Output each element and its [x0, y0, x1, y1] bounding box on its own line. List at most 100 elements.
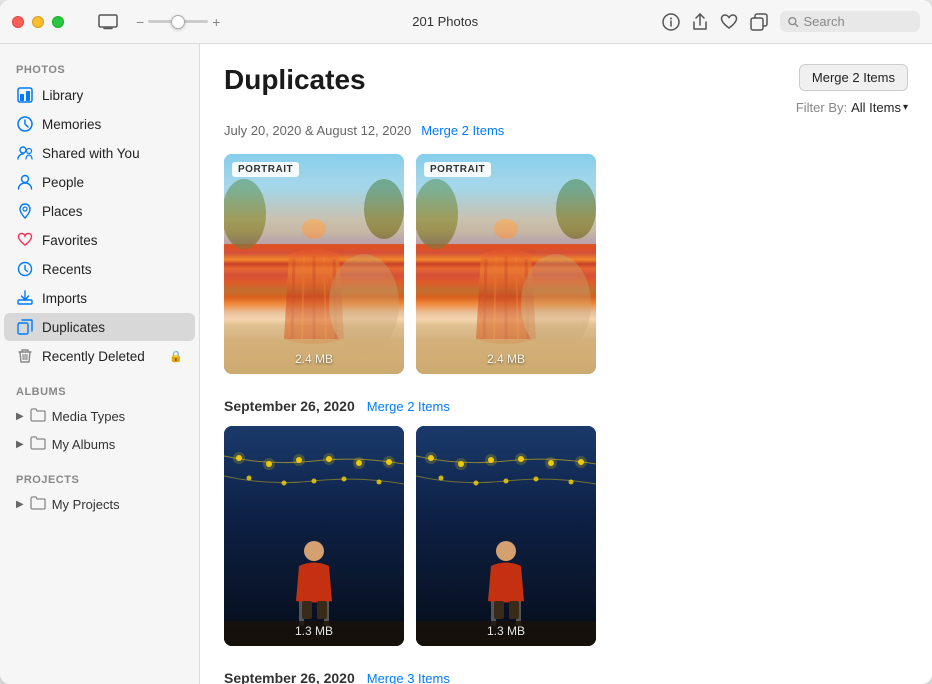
places-icon [16, 202, 34, 220]
night-figure-2 [416, 426, 596, 646]
photo-card-3[interactable]: 1.3 MB [224, 426, 404, 646]
sidebar-item-my-projects[interactable]: ▶ My Projects [4, 491, 195, 518]
photo-size-2: 2.4 MB [416, 352, 596, 366]
recents-label: Recents [42, 262, 183, 277]
memories-icon [16, 115, 34, 133]
section-2-header: September 26, 2020 Merge 2 Items [224, 398, 908, 414]
toolbar-right [662, 11, 920, 32]
section-2-merge-button[interactable]: Merge 2 Items [367, 399, 450, 414]
shared-with-you-label: Shared with You [42, 146, 183, 161]
sidebar-item-media-types[interactable]: ▶ Media Types [4, 403, 195, 430]
slideshow-icon[interactable] [96, 10, 120, 34]
photo-count: 201 Photos [228, 14, 662, 29]
photo-card-4[interactable]: 1.3 MB [416, 426, 596, 646]
photo-size-3: 1.3 MB [224, 624, 404, 638]
night-figure-1 [224, 426, 404, 646]
section-2-date: September 26, 2020 [224, 398, 355, 414]
photo-image-1 [224, 154, 404, 374]
slider-thumb[interactable] [171, 15, 185, 29]
portrait-badge-1: PORTRAIT [232, 162, 299, 177]
filter-label: Filter By: [796, 100, 847, 115]
duplicates-icon [16, 318, 34, 336]
photo-image-2 [416, 154, 596, 374]
section-1-date: July 20, 2020 & August 12, 2020 [224, 123, 411, 138]
library-icon [16, 86, 34, 104]
share-button[interactable] [692, 13, 708, 31]
portrait-badge-2: PORTRAIT [424, 162, 491, 177]
recently-deleted-label: Recently Deleted [42, 349, 161, 364]
memories-label: Memories [42, 117, 183, 132]
photo-size-4: 1.3 MB [416, 624, 596, 638]
close-button[interactable] [12, 16, 24, 28]
slider-track[interactable] [148, 20, 208, 23]
chevron-right-icon-3: ▶ [16, 499, 24, 510]
folder-icon-2 [30, 436, 46, 453]
content-area: Photos Library Memories Shared with You [0, 44, 932, 684]
page-title: Duplicates [224, 64, 366, 96]
search-box[interactable] [780, 11, 920, 32]
sidebar-item-my-albums[interactable]: ▶ My Albums [4, 431, 195, 458]
sidebar-item-shared-with-you[interactable]: Shared with You [4, 139, 195, 167]
favorites-label: Favorites [42, 233, 183, 248]
my-albums-label: My Albums [52, 437, 116, 452]
folder-icon [30, 408, 46, 425]
sidebar-section-projects: Projects [0, 466, 199, 490]
page-header: Duplicates Merge 2 Items [224, 64, 908, 96]
photo-section-3: September 26, 2020 Merge 3 Items [224, 670, 908, 684]
minimize-button[interactable] [32, 16, 44, 28]
search-input[interactable] [804, 14, 913, 29]
zoom-minus-button[interactable]: − [136, 14, 144, 30]
favorites-icon [16, 231, 34, 249]
section-3-date: September 26, 2020 [224, 670, 355, 684]
recents-icon [16, 260, 34, 278]
merge-top-button[interactable]: Merge 2 Items [799, 64, 908, 91]
portrait-figure-1 [224, 154, 404, 374]
section-1-photo-grid: PORTRAIT 2.4 MB [224, 154, 908, 374]
main-panel: Duplicates Merge 2 Items Filter By: All … [200, 44, 932, 684]
imports-icon [16, 289, 34, 307]
filter-value-text: All Items [851, 100, 901, 115]
chevron-down-icon: ▾ [903, 102, 908, 113]
places-label: Places [42, 204, 183, 219]
favorite-button[interactable] [720, 14, 738, 30]
section-1-merge-button[interactable]: Merge 2 Items [421, 123, 504, 138]
my-projects-label: My Projects [52, 497, 120, 512]
photo-image-4 [416, 426, 596, 646]
filter-value-button[interactable]: All Items ▾ [851, 100, 908, 115]
sidebar-item-recently-deleted[interactable]: Recently Deleted 🔒 [4, 342, 195, 370]
section-3-merge-button[interactable]: Merge 3 Items [367, 671, 450, 684]
titlebar: − + 201 Photos [0, 0, 932, 44]
app-window: − + 201 Photos [0, 0, 932, 684]
sidebar-item-favorites[interactable]: Favorites [4, 226, 195, 254]
duplicates-label: Duplicates [42, 320, 183, 335]
media-types-label: Media Types [52, 409, 125, 424]
folder-icon-3 [30, 496, 46, 513]
sidebar-section-photos: Photos [0, 56, 199, 80]
chevron-right-icon: ▶ [16, 411, 24, 422]
fullscreen-button[interactable] [52, 16, 64, 28]
lock-icon: 🔒 [169, 350, 183, 363]
chevron-right-icon-2: ▶ [16, 439, 24, 450]
photo-card-1[interactable]: PORTRAIT 2.4 MB [224, 154, 404, 374]
photo-card-2[interactable]: PORTRAIT 2.4 MB [416, 154, 596, 374]
sidebar-item-people[interactable]: People [4, 168, 195, 196]
info-button[interactable] [662, 13, 680, 31]
section-2-photo-grid: 1.3 MB [224, 426, 908, 646]
people-icon [16, 173, 34, 191]
portrait-figure-2 [416, 154, 596, 374]
photo-image-3 [224, 426, 404, 646]
sidebar-item-memories[interactable]: Memories [4, 110, 195, 138]
sidebar: Photos Library Memories Shared with You [0, 44, 200, 684]
photo-section-1: July 20, 2020 & August 12, 2020 Merge 2 … [224, 123, 908, 374]
sidebar-item-recents[interactable]: Recents [4, 255, 195, 283]
people-label: People [42, 175, 183, 190]
search-icon [788, 16, 799, 28]
sidebar-section-albums: Albums [0, 378, 199, 402]
sidebar-item-places[interactable]: Places [4, 197, 195, 225]
traffic-lights [12, 16, 64, 28]
zoom-plus-button[interactable]: + [212, 14, 220, 30]
sidebar-item-duplicates[interactable]: Duplicates [4, 313, 195, 341]
duplicate-view-button[interactable] [750, 13, 768, 31]
sidebar-item-library[interactable]: Library [4, 81, 195, 109]
sidebar-item-imports[interactable]: Imports [4, 284, 195, 312]
